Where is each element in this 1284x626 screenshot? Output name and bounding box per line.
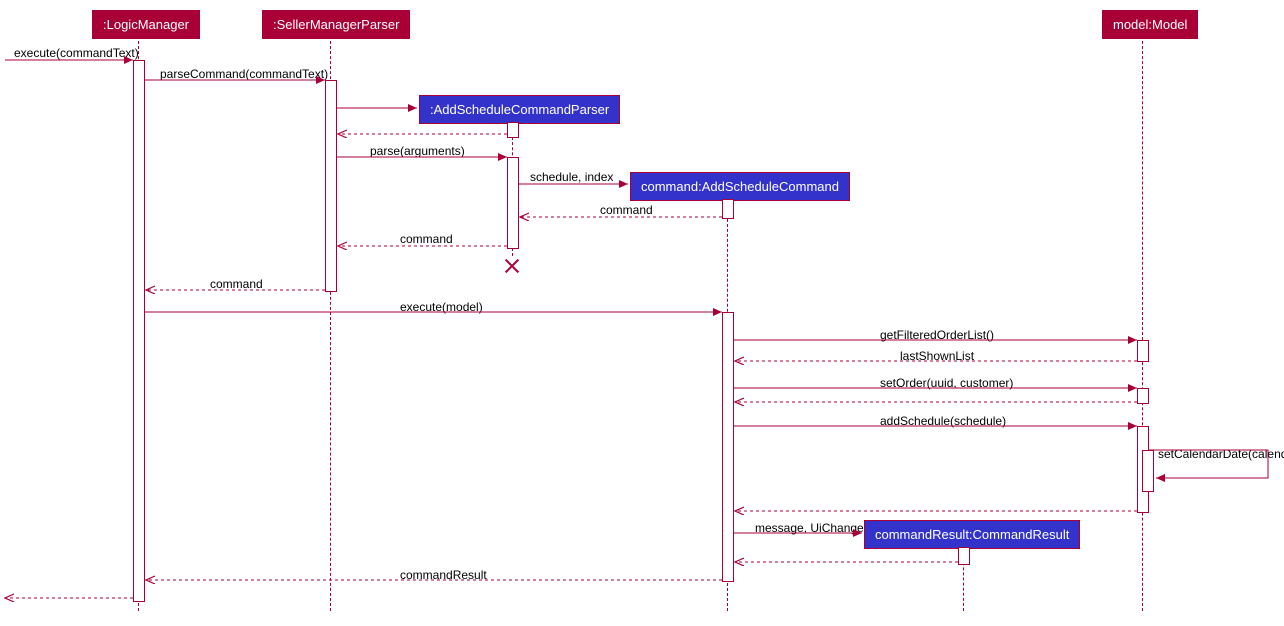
msg-addschedule: addSchedule(schedule) [880,414,1006,428]
activation-logic-manager [133,60,145,602]
msg-command-1: command [600,203,653,217]
msg-command-3: command [210,277,263,291]
participant-command-result: commandResult:CommandResult [864,520,1080,549]
msg-getfilteredorderlist: getFilteredOrderList() [880,328,994,342]
activation-model-setcalendar [1142,450,1154,492]
msg-lastshownlist: lastShownList [900,349,974,363]
activation-ascp-create [507,122,519,138]
activation-asc-create [722,199,734,219]
msg-command-2: command [400,232,453,246]
participant-add-schedule-command-parser: :AddScheduleCommandParser [419,95,620,124]
participant-add-schedule-command: command:AddScheduleCommand [630,172,850,201]
activation-asc-execute [722,312,734,582]
activation-seller-manager-parser [325,80,337,292]
msg-execute-commandtext: execute(commandText) [14,46,139,60]
lifeline-model [1142,36,1143,611]
arrow-layer [0,0,1284,626]
activation-commandresult [958,547,970,565]
msg-schedule-index: schedule, index [530,170,613,184]
msg-execute-model: execute(model) [400,300,483,314]
msg-parse-arguments: parse(arguments) [370,144,465,158]
activation-model-getfiltered [1137,340,1149,362]
activation-model-setorder [1137,388,1149,404]
msg-parse-command: parseCommand(commandText) [160,67,328,81]
msg-message-uichange: message, UiChange [755,521,864,535]
participant-seller-manager-parser: :SellerManagerParser [262,10,410,39]
msg-setcalendardate: setCalendarDate(calendar) [1158,447,1284,461]
msg-commandresult: commandResult [400,568,487,582]
msg-setorder: setOrder(uuid, customer) [880,376,1013,390]
participant-logic-manager: :LogicManager [92,10,200,39]
participant-model: model:Model [1102,10,1198,39]
destroy-icon [503,256,521,274]
activation-ascp-parse [507,157,519,249]
